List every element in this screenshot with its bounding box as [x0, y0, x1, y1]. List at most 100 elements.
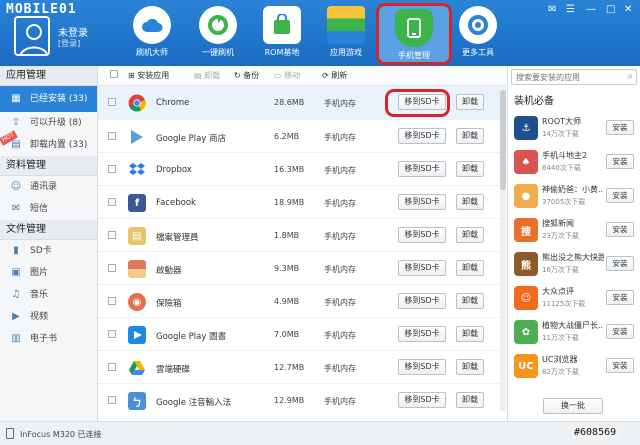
install-button[interactable]: 安装 [606, 154, 634, 169]
maximize-icon[interactable]: □ [606, 4, 615, 15]
move-to-sd-button[interactable]: 移到SD卡 [398, 359, 446, 375]
uninstall-app-button[interactable]: 卸载 [456, 260, 484, 276]
install-button[interactable]: 安装 [606, 256, 634, 271]
sidebar-section-data-manage: 资料管理 [0, 156, 97, 176]
move-to-sd-button[interactable]: 移到SD卡 [398, 194, 446, 210]
avatar[interactable] [14, 16, 50, 56]
checkbox[interactable] [108, 98, 116, 106]
move-to-sd-button[interactable]: 移到SD卡 [398, 293, 446, 309]
sidebar-item-builtin-uninstall[interactable]: HOT ▤ 卸载内置 (33) [0, 130, 97, 156]
sidebar-item-ebook[interactable]: ▥ 电子书 [0, 328, 97, 350]
install-button[interactable]: 安装 [606, 358, 634, 373]
scroll-thumb[interactable] [500, 90, 506, 190]
checkbox[interactable] [110, 70, 118, 78]
nav-apps-games[interactable]: 应用游戏 [314, 6, 378, 64]
recommend-item[interactable]: ♠ 手机斗地主2 6440次下载 安装 [512, 148, 638, 182]
minimize-icon[interactable]: — [586, 4, 596, 15]
table-row[interactable]: Google Play 商店 6.2MB 手机内存 移到SD卡 卸载 [98, 120, 500, 153]
login-link[interactable]: [登录] [58, 38, 80, 49]
table-row[interactable]: Dropbox 16.3MB 手机内存 移到SD卡 卸载 [98, 153, 500, 186]
checkbox[interactable] [108, 297, 116, 305]
table-row[interactable]: ▤ 檔案管理員 1.8MB 手机内存 移到SD卡 卸载 [98, 219, 500, 252]
install-button[interactable]: 安装 [606, 290, 634, 305]
install-app-button[interactable]: ⊞ 安装应用 [128, 70, 169, 81]
table-row[interactable]: Google Play 圖書 7.0MB 手机内存 移到SD卡 卸载 [98, 318, 500, 351]
search-icon[interactable]: ⌕ [627, 71, 633, 82]
uninstall-app-button[interactable]: 卸载 [456, 194, 484, 210]
move-to-sd-button[interactable]: 移到SD卡 [398, 260, 446, 276]
skin-icon[interactable]: ✉ [548, 4, 556, 15]
recommend-item[interactable]: ✿ 植物大战僵尸长... 11万次下载 安装 [512, 318, 638, 352]
app-name: Dropbox [156, 165, 192, 175]
scrollbar[interactable] [500, 86, 506, 411]
app-location: 手机内存 [324, 232, 356, 241]
nav-more-tools[interactable]: 更多工具 [446, 6, 510, 64]
search-input[interactable] [512, 70, 620, 84]
menu-icon[interactable]: ☰ [566, 4, 575, 15]
checkbox[interactable] [108, 231, 116, 239]
close-icon[interactable]: ✕ [624, 4, 632, 15]
sidebar-item-contacts[interactable]: ☺ 通讯录 [0, 176, 97, 198]
recommend-item[interactable]: ☺ 大众点评 11125次下载 安装 [512, 284, 638, 318]
checkbox[interactable] [108, 132, 116, 140]
refresh-batch-button[interactable]: 换一批 [543, 398, 603, 414]
table-row[interactable]: ◉ 保險箱 4.9MB 手机内存 移到SD卡 卸载 [98, 285, 500, 318]
rec-downloads: 82万次下载 [542, 368, 579, 376]
rec-name: 神偷奶爸：小黄... [542, 185, 604, 194]
recommend-item[interactable]: 熊 熊出没之熊大快跑 16万次下载 安装 [512, 250, 638, 284]
sidebar-item-video[interactable]: ▶ 视频 [0, 306, 97, 328]
sidebar-item-label: 电子书 [30, 334, 58, 344]
checkbox[interactable] [108, 396, 116, 404]
install-button[interactable]: 安装 [606, 324, 634, 339]
checkbox[interactable] [108, 330, 116, 338]
recommend-item[interactable]: UC UC浏览器 82万次下载 安装 [512, 352, 638, 386]
uninstall-app-button[interactable]: 卸载 [456, 392, 484, 408]
sidebar-item-installed[interactable]: ▦ 已经安装 (33) [0, 86, 97, 112]
move-to-sd-button[interactable]: 移到SD卡 [398, 161, 446, 177]
select-all-checkbox[interactable] [110, 70, 122, 79]
move-to-sd-button[interactable]: 移到SD卡 [398, 227, 446, 243]
install-button[interactable]: 安装 [606, 188, 634, 203]
checkbox[interactable] [108, 363, 116, 371]
video-icon: ▶ [12, 311, 20, 322]
refresh-button[interactable]: ⟳ 刷新 [322, 70, 347, 81]
checkbox[interactable] [108, 264, 116, 272]
uninstall-app-button[interactable]: 卸载 [456, 326, 484, 342]
recommend-item[interactable]: ● 神偷奶爸：小黄... 37005次下载 安装 [512, 182, 638, 216]
move-to-sd-button[interactable]: 移到SD卡 [398, 128, 446, 144]
table-row[interactable]: f Facebook 18.9MB 手机内存 移到SD卡 卸载 [98, 186, 500, 219]
nav-phone-manage[interactable]: 手机管理 [376, 3, 452, 65]
rec-downloads: 6440次下载 [542, 164, 581, 172]
recommend-item[interactable]: 搜 搜狐新闻 23万次下载 安装 [512, 216, 638, 250]
backup-button[interactable]: ↻ 备份 [234, 70, 259, 81]
sidebar-item-sms[interactable]: ✉ 短信 [0, 198, 97, 220]
sidebar-item-sd-card[interactable]: ▮ SD卡 [0, 240, 97, 262]
table-row[interactable]: 啟動器 9.3MB 手机内存 移到SD卡 卸载 [98, 252, 500, 285]
uninstall-app-button[interactable]: 卸载 [456, 94, 484, 110]
nav-rom-base[interactable]: ROM基地 [250, 6, 314, 64]
refresh-label: 刷新 [331, 71, 348, 80]
sidebar-item-music[interactable]: ♫ 音乐 [0, 284, 97, 306]
uninstall-app-button[interactable]: 卸载 [456, 293, 484, 309]
move-button[interactable]: ▭ 移动 [274, 70, 300, 81]
move-to-sd-button[interactable]: 移到SD卡 [398, 392, 446, 408]
install-button[interactable]: 安装 [606, 120, 634, 135]
nav-one-click-flash[interactable]: 一键刷机 [186, 6, 250, 64]
uninstall-app-button[interactable]: 卸载 [456, 359, 484, 375]
checkbox[interactable] [108, 165, 116, 173]
app-toolbar: ⊞ 安装应用 ▤ 卸载 ↻ 备份 ▭ 移动 ⟳ 刷新 [98, 66, 506, 86]
uninstall-app-button[interactable]: 卸载 [456, 227, 484, 243]
table-row[interactable]: 雲端硬碟 12.7MB 手机内存 移到SD卡 卸载 [98, 351, 500, 384]
move-to-sd-button[interactable]: 移到SD卡 [398, 326, 446, 342]
install-button[interactable]: 安装 [606, 222, 634, 237]
recommend-item[interactable]: ⚓ ROOT大师 14万次下载 安装 [512, 114, 638, 148]
sidebar-item-pictures[interactable]: ▣ 图片 [0, 262, 97, 284]
uninstall-app-button[interactable]: 卸载 [456, 161, 484, 177]
search-box[interactable]: ⌕ [511, 69, 637, 85]
uninstall-app-button[interactable]: 卸载 [456, 128, 484, 144]
uninstall-button[interactable]: ▤ 卸载 [194, 70, 220, 81]
checkbox[interactable] [108, 198, 116, 206]
nav-flash-master[interactable]: 刷机大师 [120, 6, 184, 64]
table-row[interactable]: ㄅ Google 注音輸入法 12.9MB 手机内存 移到SD卡 卸载 [98, 384, 500, 411]
app-name: Google 注音輸入法 [156, 398, 232, 408]
